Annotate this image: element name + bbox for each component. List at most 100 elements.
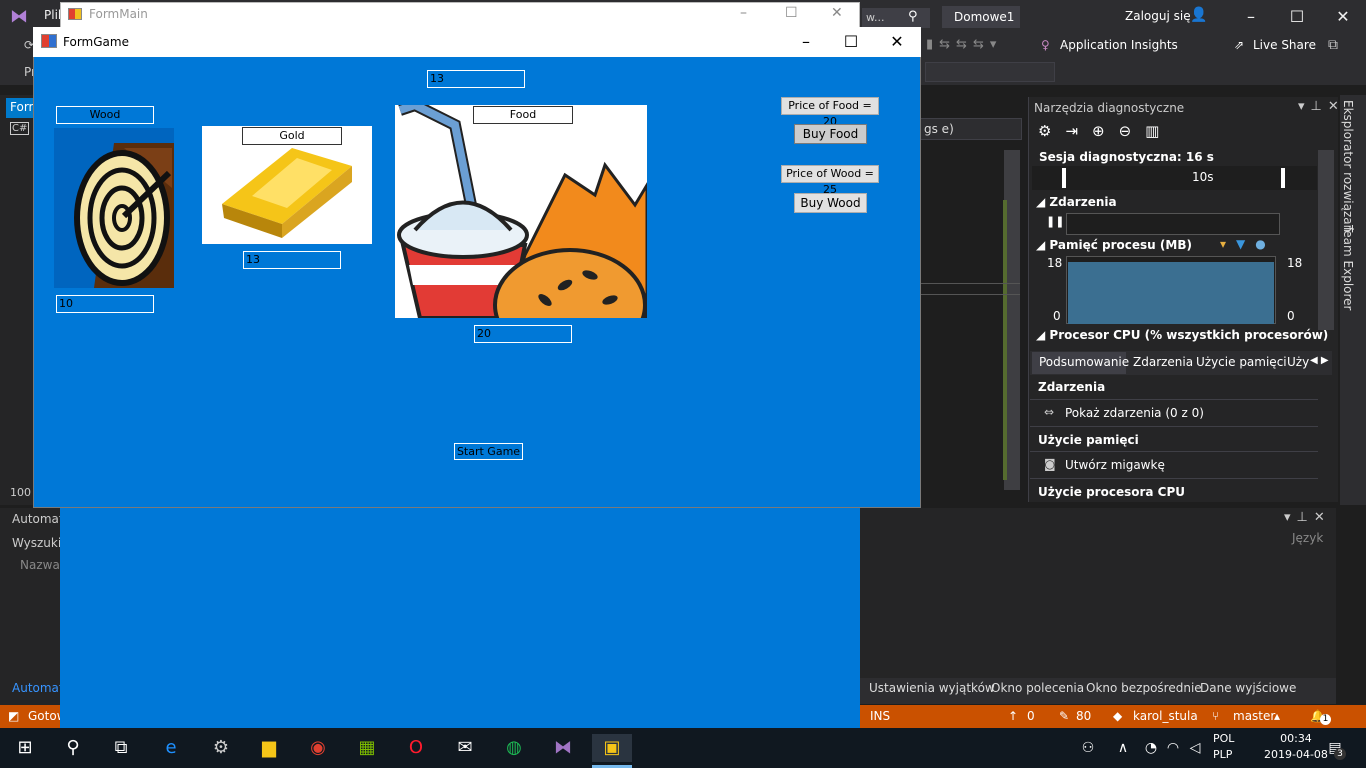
timeline-label: 10s [1192,170,1214,184]
tab-podsumowanie[interactable]: Podsumowanie [1039,355,1129,369]
formmain-close-button[interactable]: ✕ [831,5,843,21]
food-value-textbox[interactable]: 20 [474,325,572,343]
vs-minimize-button[interactable]: – [1236,4,1266,30]
start-game-button[interactable]: Start Game [454,443,523,460]
edge-browser-icon[interactable]: e [156,734,186,762]
language-indicator[interactable]: POL PLP [1213,731,1234,763]
food-label: Food [473,106,573,124]
visual-studio-logo-icon[interactable]: ⧓ [10,7,32,27]
app-insights-button[interactable]: Application Insights [1060,38,1178,52]
toolbar-bookmark-icons[interactable]: ▮⇆⇆⇆▾ [926,37,1002,52]
search-icon[interactable]: ⚲ [58,734,88,762]
pencil-icon: ✎ [1059,709,1070,723]
take-snapshot-link[interactable]: Utwórz migawkę [1065,458,1165,472]
notification-badge: 1 [1320,714,1331,725]
tab-exception-settings[interactable]: Ustawienia wyjątków [869,681,995,695]
diagnostic-scrollbar[interactable] [1318,150,1334,330]
formgame-maximize-button[interactable]: ☐ [831,30,871,54]
autos-bottom-tab[interactable]: Automat [12,681,64,695]
spotify-icon[interactable]: ◍ [499,734,529,762]
vs-signin-link[interactable]: Zaloguj się [1125,9,1191,23]
tab-uzycie-cpu[interactable]: Użyc [1287,355,1309,369]
summary-events-heading: Zdarzenia [1038,380,1106,394]
app-grid-icon[interactable]: ▦ [352,734,382,762]
wood-value-textbox[interactable]: 10 [56,295,154,313]
vs-maximize-button[interactable]: ☐ [1282,4,1312,30]
feedback-icon[interactable]: ⧉ [1328,37,1338,53]
formmain-minimize-button[interactable]: – [740,5,747,21]
panel-pin-close-icons[interactable]: ▾⊥✕ [1284,510,1331,525]
timeline-right-handle[interactable] [1281,168,1285,188]
tab-output[interactable]: Dane wyjściowe [1200,681,1296,695]
live-share-icon: ⇗ [1234,38,1245,52]
summary-cpu-heading: Użycie procesora CPU [1038,485,1186,499]
formgame-close-button[interactable]: ✕ [877,30,917,54]
memory-chart-area [1068,262,1274,324]
people-icon[interactable]: ⚇ [1073,734,1103,762]
solution-explorer-tab[interactable]: Eksplorator rozwiązań [1341,100,1355,232]
team-explorer-tab[interactable]: Team Explorer [1341,225,1355,311]
gold-value-textbox[interactable]: 13 [243,251,341,269]
tab-command-window[interactable]: Okno polecenia [991,681,1084,695]
status-branch[interactable]: master [1233,709,1275,723]
cpu-section[interactable]: ◢ Procesor CPU (% wszystkich procesorów) [1036,328,1328,342]
status-repo-user[interactable]: karol_stula [1133,709,1198,723]
tab-zdarzenia[interactable]: Zdarzenia [1133,355,1193,369]
user-icon[interactable]: 👤 [1190,7,1207,23]
windows-start-icon[interactable]: ⊞ [10,734,40,762]
arrow-up-icon: ↑ [1008,709,1019,723]
form-app-taskbar-icon[interactable]: ▣ [592,734,632,762]
status-edits-count[interactable]: 80 [1076,709,1091,723]
live-share-button[interactable]: Live Share [1253,38,1316,52]
file-explorer-icon[interactable]: ▆ [254,734,284,762]
editor-splitter[interactable] [920,283,1020,295]
timeline-ruler[interactable] [1032,166,1317,190]
mail-icon[interactable]: ✉ [450,734,480,762]
summary-memory-heading: Użycie pamięci [1038,433,1139,447]
status-push-count[interactable]: 0 [1027,709,1035,723]
autos-column-name: Nazwa [20,558,60,572]
app-icon[interactable]: ⚙ [206,734,236,762]
memory-y-max-right: 18 [1287,256,1303,270]
memory-section[interactable]: ◢ Pamięć procesu (MB) [1036,238,1192,252]
timeline-left-handle[interactable] [1062,168,1066,188]
autos-panel-title: Automat [12,512,64,526]
formmain-maximize-button[interactable]: ☐ [785,5,798,21]
clock-date: 2019-04-08 [1264,748,1328,761]
panel-pin-close-icons[interactable]: ▾⊥✕ [1298,99,1345,114]
tray-expand-icon[interactable]: ∧ [1108,734,1138,762]
buy-wood-button[interactable]: Buy Wood [794,193,867,213]
branch-icon: ⑂ [1212,709,1220,723]
gold-label: Gold [242,127,342,145]
vs-close-button[interactable]: ✕ [1328,4,1358,30]
show-events-link[interactable]: Pokaż zdarzenia (0 z 0) [1065,406,1204,420]
tab-uzycie-pamieci[interactable]: Użycie pamięci [1196,355,1287,369]
volume-icon[interactable]: ◁ [1180,734,1210,762]
change-margin [1003,200,1007,480]
chrome-icon[interactable]: ◉ [303,734,333,762]
vs-quick-launch-search[interactable]: w... [862,8,930,28]
tab-immediate-window[interactable]: Okno bezpośrednie [1086,681,1202,695]
editor-dropdown[interactable]: gs e) [920,118,1022,140]
opera-icon[interactable]: O [401,734,431,762]
memory-y-min-right: 0 [1287,309,1295,323]
branch-dropdown-icon[interactable]: ▴ [1274,709,1280,723]
wood-log-image [54,128,174,288]
clock[interactable]: 00:34 2019-04-08 [1264,731,1328,763]
top-value-textbox[interactable]: 13 [427,70,525,88]
status-icon: ◩ [8,709,20,723]
formgame-minimize-button[interactable]: – [786,30,826,54]
diagnostic-toolbar-icons[interactable]: ⚙⇥⊕⊖▥ [1038,122,1173,140]
pause-icon[interactable]: ❚❚ [1046,215,1064,228]
buy-food-button[interactable]: Buy Food [794,124,867,144]
memory-section-label: Pamięć procesu (MB) [1049,238,1192,252]
tabs-scroll-icon[interactable]: ◀ ▶ [1310,355,1329,366]
events-section[interactable]: ◢ Zdarzenia [1036,195,1117,209]
vs-solution-name: Domowe1 [942,6,1020,28]
task-view-icon[interactable]: ⧉ [106,734,136,762]
search-icon[interactable]: ⚲ [908,9,918,24]
visual-studio-icon[interactable]: ⧓ [548,734,578,762]
csharp-icon: C# [10,122,30,135]
toolbar-combo[interactable] [925,62,1055,82]
divider [1030,478,1318,479]
